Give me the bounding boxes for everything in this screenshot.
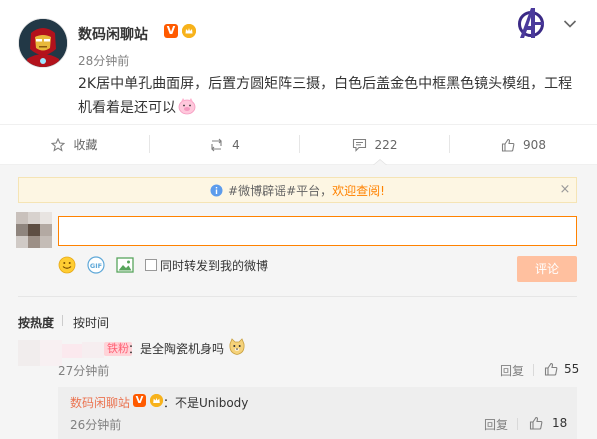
- thumb-up-icon[interactable]: [529, 416, 543, 430]
- svg-text:GIF: GIF: [90, 262, 102, 270]
- doge-emoji-icon: [228, 338, 246, 356]
- reply-action-separator: [517, 418, 518, 430]
- image-icon[interactable]: [116, 256, 134, 274]
- sort-divider: [18, 296, 577, 297]
- reply-like-count: 18: [552, 416, 568, 430]
- post-time[interactable]: 28分钟前: [78, 52, 129, 69]
- comment-reply-button[interactable]: 回复: [500, 362, 524, 379]
- avengers-logo-icon: [516, 6, 546, 42]
- thumb-up-icon[interactable]: [544, 362, 558, 376]
- rumor-notice[interactable]: #微博辟谣#平台， 欢迎查阅!: [18, 177, 577, 203]
- repost-checkbox-label[interactable]: 同时转发到我的微博: [160, 257, 268, 274]
- repost-checkbox[interactable]: [145, 259, 157, 271]
- notice-prefix: #微博辟谣#平台，: [228, 183, 333, 198]
- comment-input[interactable]: [58, 216, 577, 246]
- repost-icon: [211, 138, 222, 151]
- comment-text: ：是全陶瓷机身吗: [128, 342, 225, 356]
- star-icon: [51, 137, 66, 152]
- iron-man-avatar-icon: [19, 19, 67, 67]
- sort-separator: [62, 315, 63, 326]
- vip-crown-icon: [150, 394, 163, 407]
- smiley-icon[interactable]: [58, 256, 76, 274]
- reply-author-name[interactable]: 数码闲聊站: [70, 394, 130, 411]
- comment-time: 27分钟前: [58, 364, 110, 378]
- favorite-label: 收藏: [73, 138, 98, 152]
- post-author-name[interactable]: 数码闲聊站: [78, 24, 148, 44]
- reply-reply-button[interactable]: 回复: [484, 416, 508, 433]
- author-avatar[interactable]: [18, 18, 68, 68]
- favorite-button[interactable]: 收藏: [0, 125, 149, 164]
- like-count: 908: [523, 137, 546, 152]
- submit-comment-button[interactable]: 评论: [517, 256, 577, 282]
- sort-by-time-tab[interactable]: 按时间: [73, 314, 109, 331]
- post-text-content: 2K居中单孔曲面屏，后置方圆矩阵三摄，白色后盖金色中框黑色镜头模组，工程机看着是…: [78, 76, 573, 116]
- sort-by-hot-tab[interactable]: 按热度: [18, 314, 54, 331]
- comment-like-count: 55: [564, 362, 580, 376]
- repost-count: 4: [232, 137, 240, 152]
- thumb-up-icon: [501, 138, 515, 152]
- info-icon: [210, 184, 223, 196]
- current-user-avatar[interactable]: [16, 212, 52, 248]
- chevron-down-icon[interactable]: [563, 18, 577, 28]
- reply-verified-badge: V: [133, 394, 146, 407]
- notice-link[interactable]: 欢迎查阅!: [332, 182, 385, 199]
- comment-panel-caret-inner: [374, 160, 386, 165]
- gif-icon[interactable]: GIF: [87, 256, 105, 274]
- pig-emoji-icon: [178, 97, 196, 115]
- comment-action-separator: [533, 364, 534, 376]
- post-text: 2K居中单孔曲面屏，后置方圆矩阵三摄，白色后盖金色中框黑色镜头模组，工程机看着是…: [78, 72, 578, 120]
- reply-time: 26分钟前: [70, 418, 122, 432]
- repost-button[interactable]: 4: [150, 125, 299, 164]
- vip-crown-icon: [182, 24, 196, 38]
- comment-icon: [352, 138, 366, 152]
- comment-count: 222: [374, 137, 398, 152]
- like-button[interactable]: 908: [450, 125, 597, 164]
- verified-badge: V: [164, 24, 178, 38]
- reply-text: ：不是Unibody: [163, 396, 249, 410]
- close-icon[interactable]: ×: [558, 183, 572, 197]
